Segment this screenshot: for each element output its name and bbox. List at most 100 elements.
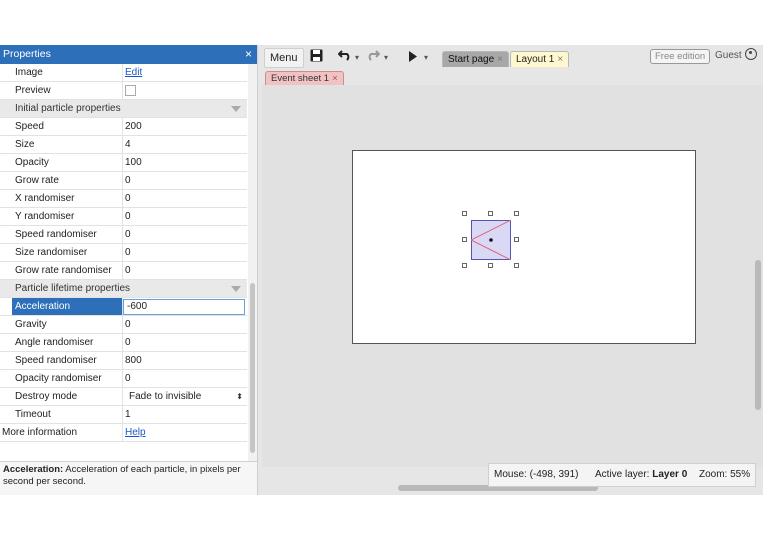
property-value[interactable]: 0	[125, 208, 245, 225]
property-name: More information	[2, 424, 123, 441]
tab-event-sheet-1[interactable]: Event sheet 1 ×	[265, 71, 344, 85]
resize-handle[interactable]	[462, 237, 467, 242]
save-icon[interactable]	[310, 49, 323, 65]
category-label: Initial particle properties	[15, 103, 121, 114]
tab-close-icon[interactable]: ×	[497, 54, 503, 65]
property-value[interactable]: 0	[125, 172, 245, 189]
zoom-level: Zoom: 55%	[699, 469, 751, 480]
undo-icon[interactable]	[337, 49, 352, 64]
properties-title-bar: Properties ×	[0, 45, 257, 64]
destroy-mode-select[interactable]: Fade to invisible ⬍	[125, 388, 245, 405]
resize-handle[interactable]	[514, 237, 519, 242]
property-value[interactable]: 100	[125, 154, 245, 171]
property-row[interactable]: Acceleration -600	[0, 298, 247, 316]
property-row[interactable]: Grow rate randomiser 0	[0, 262, 247, 280]
tab-start-page-label: Start page	[448, 54, 495, 65]
property-name: Preview	[15, 82, 123, 99]
play-icon[interactable]	[408, 50, 418, 65]
property-row[interactable]: Image Edit	[0, 64, 247, 82]
collapse-icon[interactable]	[231, 286, 241, 292]
tab-layout-1-label: Layout 1	[516, 54, 555, 65]
user-icon[interactable]	[745, 48, 757, 60]
property-value[interactable]: 0	[125, 334, 245, 351]
property-value[interactable]: 0	[125, 226, 245, 243]
property-row[interactable]: Size 4	[0, 136, 247, 154]
property-row[interactable]: Size randomiser 0	[0, 244, 247, 262]
properties-panel: Properties × Image Edit Preview Initial par…	[0, 45, 258, 495]
property-value: Edit	[125, 64, 245, 81]
property-link[interactable]: Edit	[125, 67, 142, 78]
property-row[interactable]: Gravity 0	[0, 316, 247, 334]
resize-handle[interactable]	[514, 263, 519, 268]
tab-close-icon[interactable]: ×	[332, 73, 338, 84]
property-row[interactable]: Preview	[0, 82, 247, 100]
preview-checkbox[interactable]	[125, 85, 136, 96]
property-row[interactable]: Angle randomiser 0	[0, 334, 247, 352]
property-row[interactable]: Timeout 1	[0, 406, 247, 424]
guest-label[interactable]: Guest	[715, 50, 742, 61]
menu-button[interactable]: Menu	[264, 48, 304, 68]
property-value[interactable]: 200	[125, 118, 245, 135]
free-edition-badge[interactable]: Free edition	[650, 49, 711, 64]
resize-handle[interactable]	[462, 211, 467, 216]
property-row[interactable]: Speed randomiser 800	[0, 352, 247, 370]
property-row[interactable]: More information Help	[0, 424, 247, 442]
status-bar: Mouse: (-498, 391) Active layer: Layer 0…	[488, 463, 756, 487]
category-label: Particle lifetime properties	[15, 283, 131, 294]
property-value[interactable]: 4	[125, 136, 245, 153]
property-link[interactable]: Help	[125, 427, 146, 438]
property-row[interactable]: Destroy mode Fade to invisible ⬍	[0, 388, 247, 406]
close-icon[interactable]: ×	[245, 45, 252, 64]
property-row[interactable]: Grow rate 0	[0, 172, 247, 190]
property-value[interactable]: 0	[125, 262, 245, 279]
app-window: Properties × Image Edit Preview Initial par…	[0, 45, 763, 495]
collapse-icon[interactable]	[231, 106, 241, 112]
property-name: Timeout	[15, 406, 123, 423]
property-name: X randomiser	[15, 190, 123, 207]
property-name: Grow rate randomiser	[15, 262, 123, 279]
undo-dropdown-icon[interactable]: ▾	[355, 53, 359, 62]
property-value[interactable]: 0	[125, 370, 245, 387]
play-dropdown-icon[interactable]: ▾	[424, 53, 428, 62]
resize-handle[interactable]	[488, 211, 493, 216]
property-category[interactable]: Particle lifetime properties	[0, 280, 247, 298]
property-row[interactable]: Speed randomiser 0	[0, 226, 247, 244]
property-name: Destroy mode	[15, 388, 123, 405]
property-name: Speed	[15, 118, 123, 135]
redo-dropdown-icon[interactable]: ▾	[384, 53, 388, 62]
property-value[interactable]: 0	[125, 244, 245, 261]
tab-layout-1[interactable]: Layout 1 ×	[510, 51, 570, 67]
property-value[interactable]: 0	[125, 316, 245, 333]
layout-area[interactable]	[352, 150, 696, 344]
resize-handle[interactable]	[462, 263, 467, 268]
properties-scrollbar[interactable]	[250, 283, 255, 453]
resize-handle[interactable]	[514, 211, 519, 216]
tab-start-page[interactable]: Start page ×	[442, 51, 509, 67]
description-label: Acceleration:	[3, 464, 64, 475]
property-row[interactable]: Opacity randomiser 0	[0, 370, 247, 388]
property-category[interactable]: Initial particle properties	[0, 100, 247, 118]
property-name: Angle randomiser	[15, 334, 123, 351]
tab-event-sheet-label: Event sheet 1	[271, 73, 330, 84]
particles-object[interactable]	[462, 211, 519, 268]
properties-title: Properties	[3, 48, 51, 60]
layout-viewport[interactable]	[262, 85, 763, 467]
property-name: Grow rate	[15, 172, 123, 189]
property-row[interactable]: Speed 200	[0, 118, 247, 136]
property-row[interactable]: Y randomiser 0	[0, 208, 247, 226]
select-arrows-icon[interactable]: ⬍	[236, 388, 243, 405]
property-value[interactable]: 800	[125, 352, 245, 369]
acceleration-input[interactable]: -600	[123, 299, 245, 315]
tab-close-icon[interactable]: ×	[557, 54, 563, 65]
property-row[interactable]: Opacity 100	[0, 154, 247, 172]
property-name: Size randomiser	[15, 244, 123, 261]
property-row[interactable]: X randomiser 0	[0, 190, 247, 208]
resize-handle[interactable]	[488, 263, 493, 268]
property-value[interactable]: 1	[125, 406, 245, 423]
property-name: Speed randomiser	[15, 226, 123, 243]
redo-icon[interactable]	[366, 49, 381, 64]
property-name: Opacity	[15, 154, 123, 171]
property-name: Y randomiser	[15, 208, 123, 225]
viewport-vertical-scrollbar[interactable]	[755, 260, 761, 410]
property-value[interactable]: 0	[125, 190, 245, 207]
